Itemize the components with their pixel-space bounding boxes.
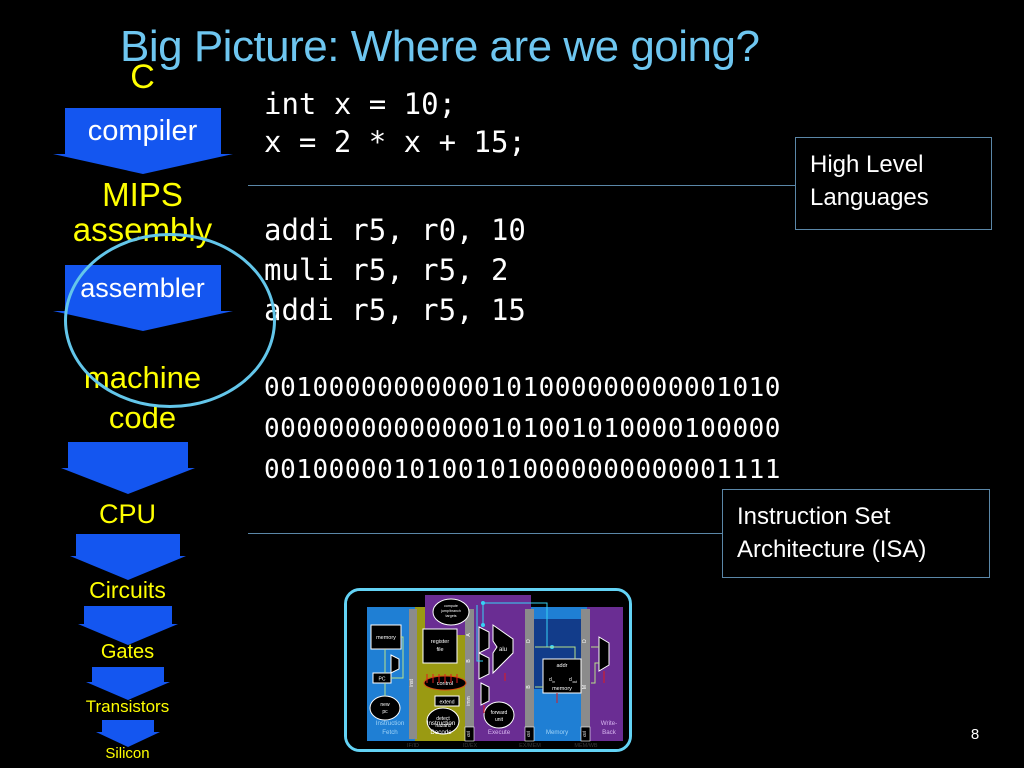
- svg-text:targets: targets: [446, 614, 457, 618]
- svg-text:out: out: [573, 680, 578, 684]
- svg-text:addr: addr: [556, 663, 567, 669]
- svg-text:new: new: [380, 702, 390, 708]
- arrow-gates-to-transistors-body: [91, 667, 164, 682]
- svg-text:ctrl: ctrl: [526, 731, 531, 737]
- svg-text:IF/ID: IF/ID: [407, 743, 419, 749]
- stack-layer-transistors: Transistors: [85, 697, 170, 716]
- svg-text:ctrl: ctrl: [466, 731, 471, 737]
- svg-text:memory: memory: [376, 635, 396, 641]
- callout-high-level-languages: High Level Languages: [795, 137, 992, 230]
- svg-text:in: in: [553, 680, 556, 684]
- svg-text:M: M: [582, 685, 588, 689]
- arrow-compiler: compiler: [20, 108, 265, 174]
- svg-text:Back: Back: [602, 729, 617, 736]
- svg-text:inst: inst: [409, 678, 415, 686]
- abstraction-stack: C compiler MIPS assembly assembler machi…: [20, 58, 276, 768]
- svg-text:Execute: Execute: [488, 729, 511, 736]
- svg-text:alu: alu: [499, 647, 507, 653]
- svg-text:forward: forward: [491, 710, 508, 716]
- stack-layer-silicon: Silicon: [105, 745, 150, 762]
- svg-text:imm: imm: [466, 696, 472, 705]
- arrow-compiler-head: [52, 154, 233, 174]
- stack-layer-cpu: CPU: [98, 499, 156, 529]
- arrow-assembler-label: assembler: [80, 273, 205, 303]
- assembly-code-block: addi r5, r0, 10 muli r5, r5, 2 addi r5, …: [264, 213, 526, 327]
- arrow-cpu-to-circuits-body: [75, 534, 180, 556]
- arrow-machine-to-cpu-head: [60, 468, 195, 494]
- svg-text:Fetch: Fetch: [382, 729, 398, 736]
- leader-line-instruction-set-architecture: [248, 533, 723, 534]
- arrow-assembler: assembler: [20, 265, 265, 331]
- callout-instruction-set-architecture: Instruction Set Architecture (ISA): [722, 489, 990, 578]
- svg-text:unit: unit: [495, 717, 504, 723]
- stack-layer-gates: Gates: [100, 641, 155, 663]
- svg-text:Memory: Memory: [546, 729, 569, 736]
- cpu-datapath-diagram: memory PC new pc inst register file comp…: [344, 588, 632, 752]
- arrow-machine-to-cpu: [5, 442, 250, 494]
- leader-line-high-level-languages: [248, 185, 796, 186]
- arrow-assembler-head: [52, 311, 233, 331]
- arrow-circuits-to-gates-body: [83, 606, 172, 624]
- svg-text:register: register: [431, 639, 450, 645]
- page-number: 8: [970, 726, 980, 743]
- arrow-transistors-to-silicon-body: [101, 720, 154, 732]
- svg-text:Write-: Write-: [601, 720, 617, 727]
- svg-text:D: D: [582, 639, 588, 643]
- svg-text:ID/EX: ID/EX: [463, 743, 478, 749]
- slide-canvas: Big Picture: Where are we going? C compi…: [0, 0, 1024, 768]
- svg-text:memory: memory: [552, 686, 572, 692]
- svg-text:MEM/WB: MEM/WB: [574, 743, 598, 749]
- stack-layer-mips-assembly: MIPS assembly: [72, 176, 213, 248]
- arrow-cpu-to-circuits: [5, 534, 250, 582]
- svg-text:EX/MEM: EX/MEM: [519, 743, 541, 749]
- svg-text:ctrl: ctrl: [582, 731, 587, 737]
- svg-text:file: file: [436, 647, 443, 653]
- arrow-compiler-label: compiler: [87, 115, 198, 147]
- svg-text:PC: PC: [379, 677, 386, 683]
- high-level-code-block: int x = 10; x = 2 * x + 15;: [264, 87, 526, 159]
- arrow-machine-to-cpu-body: [67, 442, 188, 468]
- svg-text:D: D: [526, 639, 532, 643]
- svg-text:Decode: Decode: [430, 729, 452, 736]
- stack-layer-machine-code: machine code: [83, 360, 202, 435]
- svg-text:Instruction: Instruction: [376, 720, 405, 727]
- machine-code-block: 00100000000000101000000000001010 0000000…: [264, 373, 781, 485]
- stack-layer-c: C: [130, 58, 155, 96]
- svg-text:Instruction: Instruction: [427, 720, 456, 727]
- svg-text:jump/branch: jump/branch: [440, 609, 461, 613]
- svg-text:extend: extend: [439, 700, 454, 706]
- stack-layer-circuits: Circuits: [89, 577, 166, 603]
- svg-text:pc: pc: [382, 709, 388, 715]
- svg-text:compute: compute: [444, 604, 458, 608]
